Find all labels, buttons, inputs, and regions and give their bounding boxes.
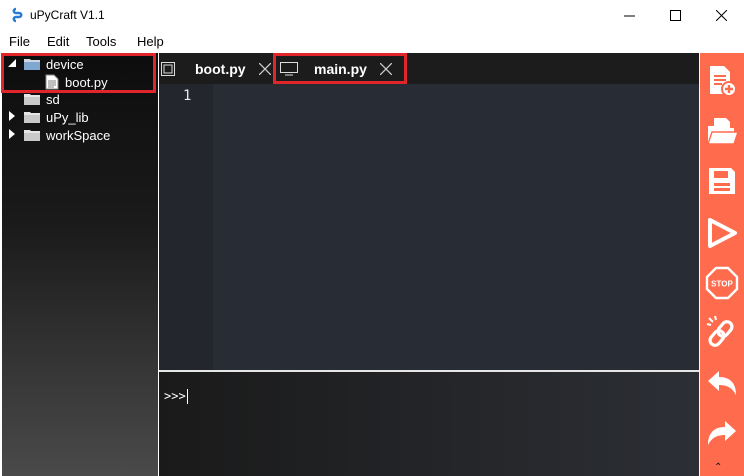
folder-icon (24, 94, 40, 105)
window-title: uPyCraft V1.1 (30, 8, 105, 22)
menu-tools[interactable]: Tools (86, 34, 116, 49)
toolbar-more-chevron-icon[interactable]: ⌃ (714, 462, 722, 473)
title-bar: uPyCraft V1.1 (0, 0, 744, 31)
redo-button[interactable] (704, 415, 740, 451)
expand-right-arrow-icon[interactable] (7, 111, 17, 121)
expand-down-arrow-icon[interactable] (7, 58, 17, 68)
terminal-panel[interactable]: >>> (159, 372, 699, 476)
save-icon (709, 168, 735, 194)
code-editor[interactable]: 1 (159, 84, 699, 370)
undo-button[interactable] (704, 365, 740, 401)
open-button[interactable] (704, 113, 740, 149)
menu-edit[interactable]: Edit (47, 34, 69, 49)
line-number: 1 (183, 88, 192, 104)
svg-text:STOP: STOP (711, 280, 733, 289)
close-icon (715, 10, 727, 21)
right-toolbar: STOP (700, 53, 744, 476)
editor-tab-bar: boot.py main.py (159, 53, 699, 84)
folder-icon (24, 59, 40, 70)
tab-boot-py[interactable]: boot.py (159, 53, 273, 84)
minimize-button[interactable] (606, 0, 652, 31)
close-button[interactable] (698, 0, 744, 31)
undo-icon (708, 371, 736, 395)
tree-item-boot-file[interactable]: boot.py (44, 73, 108, 91)
maximize-icon (669, 10, 681, 21)
text-cursor (186, 389, 188, 404)
tree-label-boot-py: boot.py (65, 74, 108, 90)
tree-item-workspace[interactable]: workSpace (24, 126, 110, 144)
file-icon (45, 74, 59, 90)
connect-icon (706, 315, 734, 347)
menu-help[interactable]: Help (137, 34, 164, 49)
save-button[interactable] (704, 163, 740, 199)
connect-button[interactable] (704, 314, 740, 350)
line-number-gutter: 1 (159, 84, 213, 370)
app-window: uPyCraft V1.1 File Edit Tools Help devic… (0, 0, 744, 476)
monitor-icon (280, 61, 298, 75)
minimize-icon (623, 15, 635, 17)
stop-icon: STOP (705, 266, 739, 300)
tree-label-workspace: workSpace (46, 127, 111, 143)
repl-prompt: >>> (164, 389, 188, 404)
tree-item-device[interactable]: device (24, 55, 84, 73)
file-tree: device boot.py sd uPy_lib workSpace (1, 53, 158, 476)
folder-icon (24, 112, 40, 123)
new-file-button[interactable] (704, 63, 740, 99)
folder-icon (24, 130, 40, 141)
new-file-icon (710, 66, 737, 97)
tab-main-py[interactable]: main.py (276, 53, 406, 84)
open-folder-icon (707, 118, 738, 145)
tree-item-upy-lib[interactable]: uPy_lib (24, 108, 89, 126)
file-tab-icon (161, 61, 175, 76)
expand-right-arrow-icon[interactable] (7, 129, 17, 139)
tree-label-device: device (46, 56, 84, 72)
maximize-button[interactable] (652, 0, 698, 31)
tree-label-upy-lib: uPy_lib (46, 109, 89, 125)
tab-label-boot-py: boot.py (195, 60, 246, 77)
run-icon (708, 218, 737, 248)
tree-label-sd: sd (46, 91, 60, 107)
tree-item-sd[interactable]: sd (24, 90, 60, 108)
menu-bar: File Edit Tools Help (0, 31, 744, 53)
app-logo-icon (12, 7, 23, 23)
close-tab-icon[interactable] (380, 63, 392, 75)
run-button[interactable] (704, 215, 740, 251)
redo-icon (708, 421, 736, 445)
tab-label-main-py: main.py (314, 60, 367, 77)
stop-button[interactable]: STOP (704, 265, 740, 301)
close-tab-icon[interactable] (259, 63, 271, 75)
menu-file[interactable]: File (9, 34, 30, 49)
